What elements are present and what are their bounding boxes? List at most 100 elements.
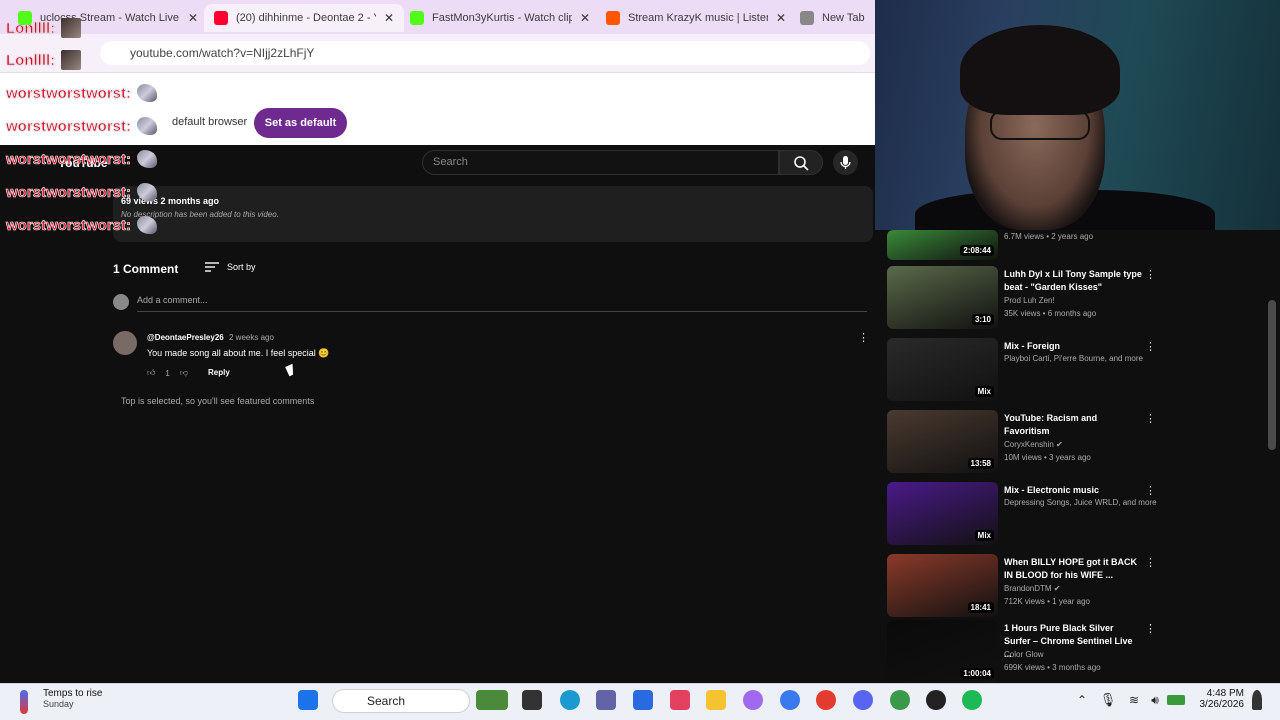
notification-icon[interactable] [1252, 690, 1262, 710]
browser-tab[interactable]: Stream KrazyK music | Listen to ✕ [596, 6, 796, 30]
browser-tab[interactable]: (20) dihhinme - Deontae 2 - Yo ✕ [204, 4, 405, 32]
video-thumbnail[interactable]: 2:08:44 [887, 230, 998, 260]
monkey-emote-icon [137, 216, 158, 234]
channel-name[interactable]: BrandonDTM ✔ [1004, 584, 1061, 593]
video-thumbnail[interactable]: 13:58 [887, 410, 998, 473]
mic-tray-icon[interactable]: 🎙︎ [1098, 690, 1118, 710]
video-thumbnail[interactable]: 3:10 [887, 266, 998, 329]
chat-username: Lonllll: [6, 51, 56, 69]
voice-search-button[interactable] [833, 150, 858, 175]
comment-text: You made song all about me. I feel speci… [147, 348, 330, 358]
video-duration: Mix [974, 530, 994, 541]
video-title[interactable]: Mix - Electronic music [1004, 484, 1142, 497]
video-thumbnail[interactable]: Mix [887, 338, 998, 401]
more-options-icon[interactable]: ⋮ [1145, 484, 1156, 497]
sort-by-button[interactable]: Sort by [205, 261, 256, 273]
reply-button[interactable]: Reply [208, 368, 230, 377]
channel-name[interactable]: Depressing Songs, Juice WRLD, and more [1004, 498, 1157, 507]
more-options-icon[interactable]: ⋮ [1145, 622, 1156, 635]
video-meta: 10M views • 3 years ago [1004, 453, 1091, 462]
set-as-default-button[interactable]: Set as default [254, 108, 347, 138]
comment-more-icon[interactable]: ⋮ [858, 331, 869, 344]
video-title[interactable]: YouTube: Racism and Favoritism [1004, 412, 1142, 438]
recommended-video[interactable]: 13:58 YouTube: Racism and Favoritism ⋮ Cory… [887, 410, 1267, 476]
weather-widget[interactable]: Temps to rise Sunday [18, 688, 102, 714]
video-duration: 1:00:04 [960, 668, 994, 679]
add-comment-input[interactable]: Add a comment... [137, 295, 867, 312]
webcam-overlay [875, 0, 1280, 230]
chevron-up-icon[interactable]: ⌃ [1072, 690, 1092, 710]
browser-tab[interactable]: FastMon3yKurtis - Watch clips ✕ [400, 6, 600, 30]
chrome-active-icon[interactable] [890, 690, 910, 710]
tab-title: FastMon3yKurtis - Watch clips [432, 12, 572, 24]
recommended-video[interactable]: 1:00:04 1 Hours Pure Black Silver Surfer … [887, 620, 1267, 686]
video-thumbnail[interactable]: 1:00:04 [887, 620, 998, 683]
channel-name[interactable]: Prod Luh Zen! [1004, 296, 1055, 305]
taskbar-search[interactable]: Search [332, 689, 470, 713]
photo-emote-icon [61, 18, 82, 38]
vpn-icon[interactable] [780, 690, 800, 710]
address-bar[interactable]: youtube.com/watch?v=NIjj2zLhFjY [100, 41, 870, 65]
streamer-hair [960, 25, 1120, 115]
favicon-icon [606, 11, 620, 25]
close-tab-icon[interactable]: ✕ [188, 11, 198, 25]
monkey-emote-icon [137, 183, 158, 201]
file-explorer-icon[interactable] [706, 690, 726, 710]
comment-age[interactable]: 2 weeks ago [229, 333, 274, 342]
favicon-icon [800, 11, 814, 25]
battery-icon[interactable] [1167, 695, 1185, 705]
store-icon[interactable] [633, 690, 653, 710]
video-title[interactable]: When BILLY HOPE got it BACK IN BLOOD for… [1004, 556, 1142, 582]
chrome-icon[interactable] [816, 690, 836, 710]
thumbs-up-icon[interactable]: 👍︎ [147, 368, 155, 378]
task-view-icon[interactable] [522, 690, 542, 710]
more-options-icon[interactable]: ⋮ [1145, 556, 1156, 569]
more-options-icon[interactable]: ⋮ [1145, 340, 1156, 353]
video-title[interactable]: Luhh Dyl x Lil Tony Sample type beat - "… [1004, 268, 1142, 294]
recommended-video[interactable]: Mix Mix - Electronic music ⋮ Depressing Son… [887, 482, 1267, 548]
close-tab-icon[interactable]: ✕ [580, 11, 590, 25]
teams-icon[interactable] [596, 690, 616, 710]
copilot-icon[interactable] [743, 690, 763, 710]
scenery-icon[interactable] [476, 690, 508, 710]
more-options-icon[interactable]: ⋮ [1145, 412, 1156, 425]
video-duration: 3:10 [971, 314, 994, 325]
clock[interactable]: 4:48 PM 3/26/2026 [1190, 688, 1245, 710]
video-thumbnail[interactable]: Mix [887, 482, 998, 545]
close-tab-icon[interactable]: ✕ [384, 11, 394, 25]
chat-message: worstworstworst: [6, 183, 158, 201]
sort-icon [205, 262, 219, 272]
recommended-video[interactable]: 2:08:44 6.7M views • 2 years ago [887, 230, 1267, 260]
commenter-avatar[interactable] [113, 331, 137, 355]
windows-start-icon[interactable] [298, 690, 318, 710]
app-icon[interactable] [926, 690, 946, 710]
recommended-video[interactable]: 18:41 When BILLY HOPE got it BACK IN BLOO… [887, 554, 1267, 620]
channel-name[interactable]: Playboi Carti, Pi'erre Bourne, and more [1004, 354, 1143, 363]
video-title[interactable]: Mix - Foreign [1004, 340, 1142, 353]
edge-icon[interactable] [560, 690, 580, 710]
discord-icon[interactable] [853, 690, 873, 710]
search-button[interactable] [779, 150, 823, 175]
recommended-video[interactable]: Mix Mix - Foreign ⋮ Playboi Carti, Pi'erre … [887, 338, 1267, 404]
search-icon [794, 156, 809, 171]
close-tab-icon[interactable]: ✕ [776, 11, 786, 25]
video-duration: 2:08:44 [960, 245, 994, 256]
url-text[interactable]: youtube.com/watch?v=NIjj2zLhFjY [130, 46, 314, 60]
recommended-video[interactable]: 3:10 Luhh Dyl x Lil Tony Sample type beat… [887, 266, 1267, 332]
channel-name[interactable]: Color Glow [1004, 650, 1044, 659]
clock-time: 4:48 PM [1206, 688, 1244, 699]
spotify-icon[interactable] [962, 690, 982, 710]
volume-icon[interactable]: 🔊︎ [1145, 690, 1165, 710]
more-options-icon[interactable]: ⋮ [1145, 268, 1156, 281]
monkey-emote-icon [137, 84, 158, 102]
chat-username: Lonllll: [6, 19, 56, 37]
scrollbar[interactable] [1268, 300, 1276, 450]
wifi-icon[interactable]: ≋ [1124, 690, 1144, 710]
channel-name[interactable]: CoryxKenshin ✔ [1004, 440, 1063, 449]
instagram-icon[interactable] [670, 690, 690, 710]
thumbs-down-icon[interactable]: 👎︎ [180, 368, 188, 378]
search-input[interactable]: Search [422, 150, 779, 175]
comment-handle[interactable]: @DeontaePresley26 [147, 333, 224, 342]
video-thumbnail[interactable]: 18:41 [887, 554, 998, 617]
browser-tab[interactable]: New Tab [790, 6, 882, 30]
